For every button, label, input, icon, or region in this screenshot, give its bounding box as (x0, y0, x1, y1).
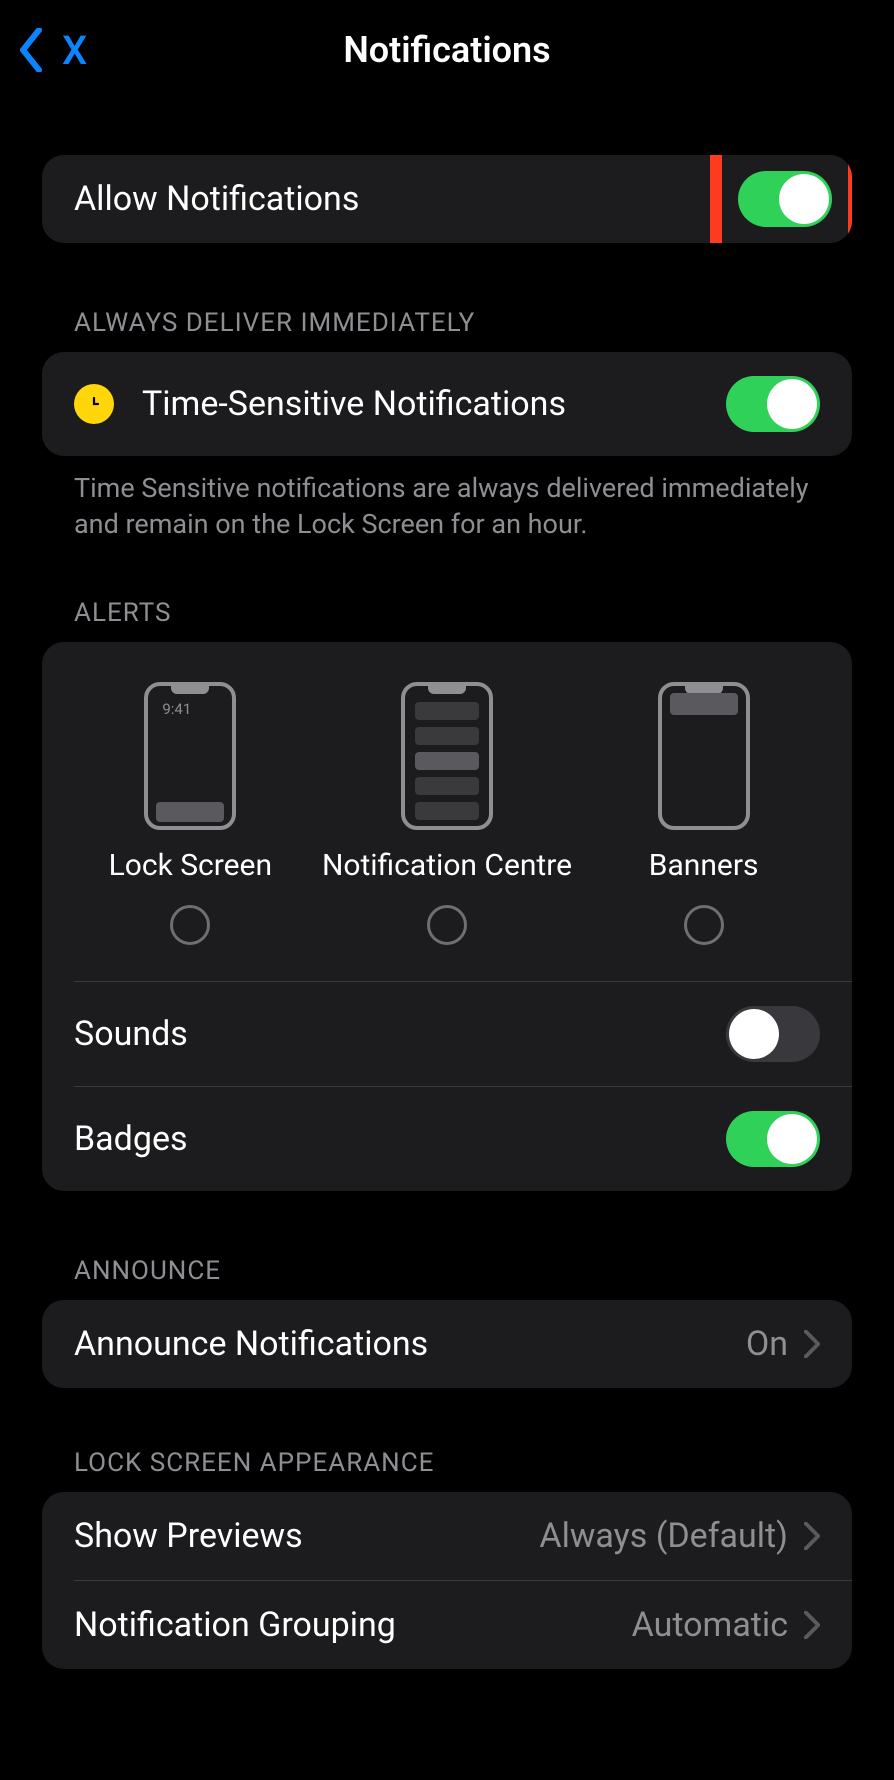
badges-row: Badges (42, 1087, 852, 1191)
banners-label: Banners (649, 848, 759, 883)
lock-appearance-card: Show Previews Always (Default) Notificat… (42, 1492, 852, 1669)
time-sensitive-card: Time-Sensitive Notifications (42, 352, 852, 456)
alerts-header: ALERTS (42, 598, 852, 642)
chevron-right-icon (804, 1611, 820, 1639)
show-previews-value: Always (Default) (539, 1516, 788, 1556)
alert-options: 9:41 Lock Screen N (42, 642, 852, 981)
time-sensitive-toggle[interactable] (726, 376, 820, 432)
announce-header: ANNOUNCE (42, 1256, 852, 1300)
announce-card: Announce Notifications On (42, 1300, 852, 1388)
highlight-box (710, 155, 852, 243)
alerts-card: 9:41 Lock Screen N (42, 642, 852, 1191)
notificationcentre-phone-icon (401, 682, 493, 830)
notification-grouping-value: Automatic (632, 1605, 788, 1645)
sounds-toggle[interactable] (726, 1006, 820, 1062)
chevron-right-icon (804, 1522, 820, 1550)
notificationcentre-label: Notification Centre (322, 848, 572, 883)
announce-row[interactable]: Announce Notifications On (42, 1300, 852, 1388)
lockscreen-radio[interactable] (170, 905, 210, 945)
lockscreen-phone-icon: 9:41 (144, 682, 236, 830)
allow-notifications-toggle[interactable] (738, 171, 832, 227)
notification-grouping-row[interactable]: Notification Grouping Automatic (42, 1581, 852, 1669)
back-button[interactable]: X (18, 27, 87, 74)
sounds-row: Sounds (42, 982, 852, 1086)
badges-label: Badges (74, 1119, 726, 1159)
notificationcentre-radio[interactable] (427, 905, 467, 945)
back-app-label: X (62, 27, 87, 74)
alert-option-banners[interactable]: Banners (604, 682, 804, 945)
banners-phone-icon (658, 682, 750, 830)
notification-grouping-label: Notification Grouping (74, 1605, 632, 1645)
allow-notifications-card: Allow Notifications (42, 155, 852, 243)
deliver-header: ALWAYS DELIVER IMMEDIATELY (42, 308, 852, 352)
alert-option-lockscreen[interactable]: 9:41 Lock Screen (90, 682, 290, 945)
chevron-right-icon (804, 1330, 820, 1358)
back-chevron-icon (18, 28, 44, 72)
lock-appearance-header: LOCK SCREEN APPEARANCE (42, 1448, 852, 1492)
time-sensitive-row: Time-Sensitive Notifications (42, 352, 852, 456)
show-previews-label: Show Previews (74, 1516, 539, 1556)
allow-notifications-label: Allow Notifications (74, 179, 692, 219)
announce-value: On (746, 1324, 788, 1364)
nav-bar: X Notifications (0, 0, 894, 100)
sounds-label: Sounds (74, 1014, 726, 1054)
lockscreen-label: Lock Screen (109, 848, 272, 883)
badges-toggle[interactable] (726, 1111, 820, 1167)
time-sensitive-footer: Time Sensitive notifications are always … (42, 456, 852, 543)
show-previews-row[interactable]: Show Previews Always (Default) (42, 1492, 852, 1580)
page-title: Notifications (0, 29, 894, 71)
banners-radio[interactable] (684, 905, 724, 945)
announce-label: Announce Notifications (74, 1324, 746, 1364)
alert-option-notificationcentre[interactable]: Notification Centre (347, 682, 547, 945)
clock-icon (74, 384, 114, 424)
time-sensitive-label: Time-Sensitive Notifications (142, 384, 726, 424)
